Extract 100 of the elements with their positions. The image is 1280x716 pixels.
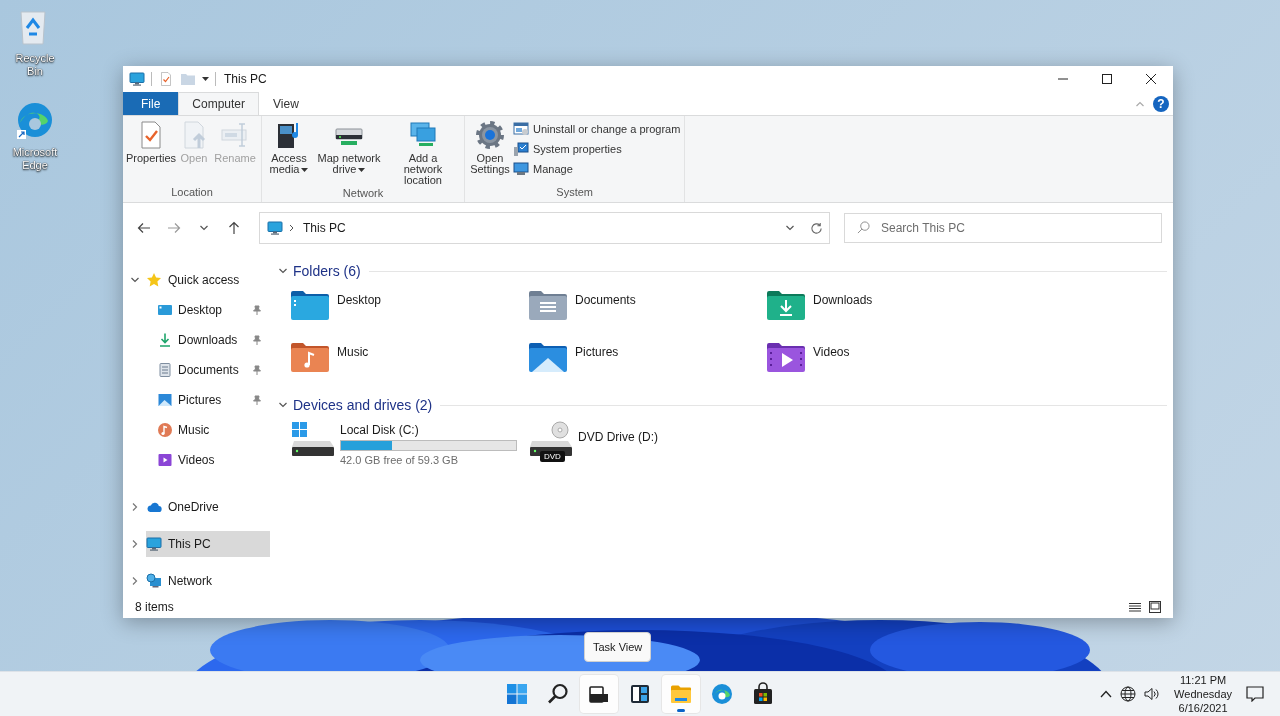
dropdown-caret-icon [301, 167, 309, 173]
drive-name[interactable]: Local Disk (C:) [340, 421, 517, 437]
collapsed-chevron-icon[interactable] [130, 576, 140, 586]
downloads-folder-icon [766, 289, 806, 321]
expanded-chevron-icon[interactable] [278, 400, 288, 410]
dropdown-caret-icon [358, 167, 366, 173]
pin-icon [252, 305, 262, 315]
nav-item[interactable]: Music [123, 417, 270, 443]
details-view-icon[interactable] [1129, 601, 1141, 613]
dvd-label: DVD [540, 451, 565, 462]
ribbon-command[interactable]: Manage [513, 161, 681, 177]
maximize-icon [1102, 74, 1112, 84]
tooltip: Task View [584, 632, 652, 662]
nav-item[interactable]: Desktop [123, 297, 270, 323]
music-icon [157, 422, 173, 438]
ribbon-button[interactable]: Map network drive [314, 118, 384, 176]
ribbon-command[interactable]: Uninstall or change a program [513, 121, 681, 137]
ribbon-button[interactable]: Open Settings [469, 118, 511, 176]
notification-icon[interactable] [1246, 686, 1264, 702]
expanded-chevron-icon[interactable] [130, 275, 140, 285]
group-header[interactable]: Devices and drives (2) [278, 397, 433, 413]
clock-time[interactable]: 11:21 PM [1179, 673, 1227, 687]
nav-item[interactable]: Downloads [123, 327, 270, 353]
star-icon [146, 272, 162, 288]
image-icon [157, 392, 173, 408]
globe-icon[interactable] [1120, 686, 1137, 702]
nav-item[interactable]: Videos [123, 447, 270, 473]
widgets-icon [628, 682, 652, 706]
pin-icon [252, 395, 262, 405]
close-icon [1146, 74, 1156, 84]
documents-folder-icon [528, 289, 568, 321]
folder-tile[interactable]: Downloads [766, 289, 1004, 329]
group-header[interactable]: Folders (6) [278, 263, 361, 279]
folder-tile[interactable]: Pictures [528, 341, 766, 381]
monitor-icon [129, 71, 145, 87]
customize-caret-icon [202, 76, 209, 82]
ribbon-button[interactable]: Add a network location [386, 118, 460, 187]
file-explorer-button[interactable] [662, 675, 700, 713]
program-window-icon [513, 121, 529, 137]
folder-tile[interactable]: Desktop [290, 289, 528, 329]
properties-icon[interactable] [158, 71, 174, 87]
download-icon [157, 332, 173, 348]
folder-tile[interactable]: Music [290, 341, 528, 381]
desktop-folder-icon [290, 289, 330, 321]
refresh-icon [809, 221, 823, 235]
show-hidden-icons-chevron-icon[interactable] [1100, 690, 1113, 698]
speaker-icon[interactable] [1144, 686, 1161, 702]
pin-icon [252, 335, 262, 345]
collapsed-chevron-icon[interactable] [130, 539, 140, 549]
search-field[interactable]: Search This PC [844, 213, 1162, 243]
nav-item[interactable]: This PC [146, 531, 270, 557]
nav-item[interactable]: Pictures [123, 387, 270, 413]
desktop-icon [157, 302, 173, 318]
left-arrow-icon [137, 222, 151, 234]
ribbon-button[interactable]: Properties [127, 118, 175, 165]
ribbon-tab[interactable]: Computer [178, 92, 260, 115]
item-count: 8 items [135, 600, 174, 614]
free-space-text: 42.0 GB free of 59.3 GB [340, 454, 459, 466]
ribbon-group-label: Network [341, 187, 385, 200]
document-icon [157, 362, 173, 378]
expanded-chevron-icon[interactable] [199, 223, 209, 233]
shopping-bag-icon [751, 682, 775, 706]
breadcrumb[interactable]: This PC [303, 221, 346, 235]
collapsed-chevron-icon[interactable] [130, 502, 140, 512]
ribbon-command[interactable]: System properties [513, 141, 681, 157]
pictures-folder-icon [528, 341, 568, 373]
windows-logo-icon [505, 682, 529, 706]
nav-item[interactable]: Network [146, 568, 270, 594]
drive-name[interactable]: DVD Drive (D:) [578, 421, 658, 444]
file-menu-tab[interactable]: File [123, 92, 179, 115]
clock-date[interactable]: 6/16/2021 [1178, 701, 1228, 715]
large-icons-view-icon[interactable] [1149, 601, 1161, 613]
computer-check-icon [513, 141, 529, 157]
task-view-button[interactable] [580, 675, 618, 713]
address-bar[interactable]: This PC [259, 212, 830, 244]
folder-tile[interactable]: Videos [766, 341, 1004, 381]
music-folder-icon [290, 341, 330, 373]
right-arrow-icon [167, 222, 181, 234]
videos-folder-icon [766, 341, 806, 373]
computer-manage-icon [513, 161, 529, 177]
ribbon-button[interactable]: Access media [266, 118, 312, 176]
monitor-icon [146, 536, 162, 552]
expanded-chevron-icon[interactable] [785, 223, 795, 233]
expanded-chevron-icon[interactable] [278, 266, 288, 276]
nav-item[interactable]: Quick access [146, 267, 270, 293]
search-icon [546, 682, 570, 706]
breadcrumb-chevron-icon [289, 224, 295, 232]
nav-item[interactable]: Documents [123, 357, 270, 383]
help-button[interactable]: ? [1153, 95, 1169, 112]
up-arrow-icon [228, 221, 240, 235]
video-icon [157, 452, 173, 468]
clock-day[interactable]: Wednesday [1174, 687, 1232, 701]
folder-tile[interactable]: Documents [528, 289, 766, 329]
monitor-icon [267, 220, 283, 236]
settings-icon [474, 119, 506, 151]
edge-swirl-icon [710, 682, 734, 706]
pin-icon [252, 365, 262, 375]
ribbon-tab[interactable]: View [259, 92, 313, 115]
nav-item[interactable]: OneDrive [146, 494, 270, 520]
network-icon [146, 573, 162, 589]
